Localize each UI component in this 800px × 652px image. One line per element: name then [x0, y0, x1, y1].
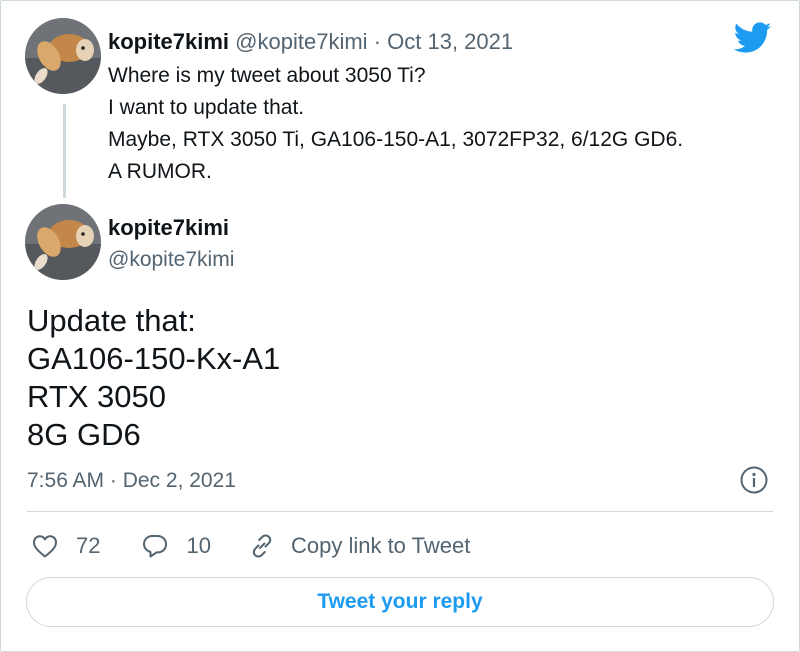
copy-link-label: Copy link to Tweet: [290, 533, 471, 558]
info-icon[interactable]: [739, 465, 769, 495]
main-text-line: GA106-150-Kx-A1: [27, 341, 281, 376]
speech-bubble-icon: [143, 535, 168, 558]
link-icon: [252, 534, 272, 558]
parent-tweet-text: Where is my tweet about 3050 Ti? I want …: [108, 60, 683, 188]
reply-button[interactable]: 10: [140, 531, 211, 561]
heart-icon: [33, 535, 57, 558]
copy-link-button[interactable]: Copy link to Tweet: [247, 531, 470, 561]
thread-connector-line: [63, 104, 66, 198]
parent-display-name[interactable]: kopite7kimi: [108, 29, 229, 54]
action-bar: 72 10 Copy link to Tweet: [30, 528, 470, 564]
parent-text-line: Maybe, RTX 3050 Ti, GA106-150-A1, 3072FP…: [108, 128, 684, 151]
divider: [27, 511, 773, 512]
main-handle[interactable]: @kopite7kimi: [108, 245, 234, 275]
tweet-your-reply-button[interactable]: Tweet your reply: [26, 577, 774, 627]
parent-tweet-header: kopite7kimi @kopite7kimi · Oct 13, 2021: [108, 27, 513, 57]
like-button[interactable]: 72: [30, 531, 100, 561]
twitter-bird-icon[interactable]: [733, 22, 772, 54]
reply-count: 10: [186, 533, 211, 558]
parent-avatar[interactable]: [25, 18, 101, 94]
parent-text-line: A RUMOR.: [108, 160, 212, 183]
like-count: 72: [76, 533, 101, 558]
parent-date[interactable]: Oct 13, 2021: [387, 29, 513, 54]
main-avatar[interactable]: [25, 204, 101, 280]
parent-separator: ·: [373, 29, 382, 54]
main-tweet-text: Update that: GA106-150-Kx-A1 RTX 3050 8G…: [27, 302, 280, 454]
main-text-line: Update that:: [27, 303, 196, 338]
parent-text-line: Where is my tweet about 3050 Ti?: [108, 64, 426, 87]
tweet-timestamp[interactable]: 7:56 AM · Dec 2, 2021: [27, 466, 236, 496]
parent-handle[interactable]: @kopite7kimi: [235, 29, 367, 54]
main-text-line: 8G GD6: [27, 417, 141, 452]
parent-text-line: I want to update that.: [108, 96, 305, 119]
main-text-line: RTX 3050: [27, 379, 167, 414]
main-display-name[interactable]: kopite7kimi: [108, 213, 229, 243]
